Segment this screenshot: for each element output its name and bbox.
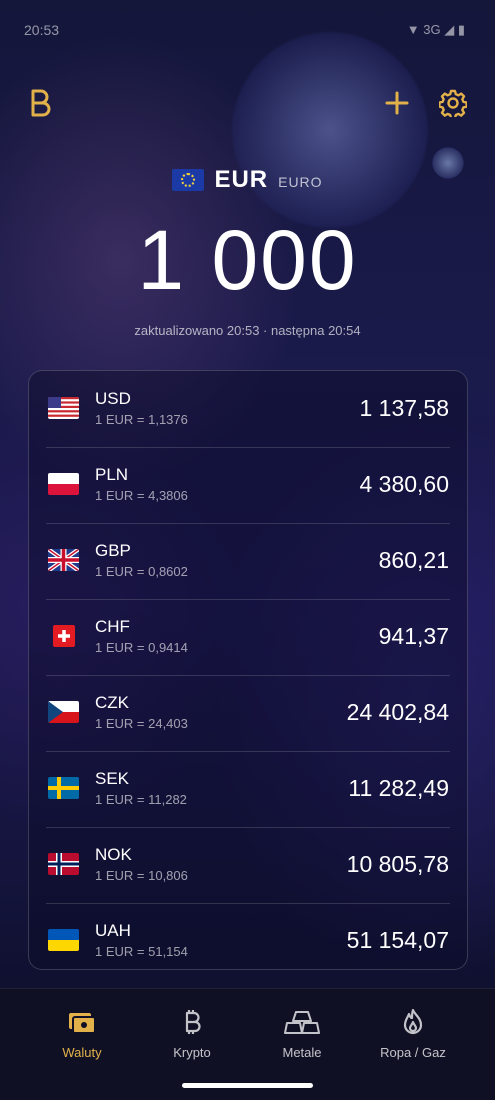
logo-b-icon[interactable]: [24, 86, 58, 120]
cz-flag-icon: [48, 701, 79, 723]
wifi-icon: ▼: [406, 22, 420, 37]
exchange-rate: 1 EUR = 24,403: [95, 716, 188, 731]
gb-flag-icon: [48, 549, 79, 571]
base-currency[interactable]: EUR EURO: [0, 166, 495, 194]
rate-row-nok[interactable]: NOK 1 EUR = 10,806 10 805,78: [29, 827, 467, 903]
exchange-rate: 1 EUR = 0,9414: [95, 640, 188, 655]
currency-code: UAH: [95, 921, 131, 940]
converted-value: 10 805,78: [346, 851, 449, 877]
status-bar: 20:53 ▼ 3G ◢ ▮: [0, 0, 495, 60]
converted-value: 1 137,58: [359, 395, 449, 421]
base-currency-name: EURO: [278, 174, 323, 190]
currency-code: NOK: [95, 845, 132, 864]
tab-label: Metale: [282, 1045, 322, 1060]
network-type: 3G: [423, 22, 441, 37]
home-indicator[interactable]: [182, 1083, 313, 1088]
exchange-rate: 1 EUR = 0,8602: [95, 564, 188, 579]
status-icons: ▼ 3G ◢ ▮: [407, 22, 465, 38]
tab-label: Krypto: [173, 1045, 211, 1060]
ua-flag-icon: [48, 929, 79, 951]
exchange-rate: 1 EUR = 4,3806: [95, 488, 188, 503]
signal-icon: ◢: [444, 22, 455, 37]
tab-ropa-gaz[interactable]: Ropa / Gaz: [358, 1007, 468, 1060]
rate-row-usd[interactable]: USD 1 EUR = 1,1376 1 137,58: [29, 371, 467, 447]
converted-value: 941,37: [378, 623, 449, 649]
converted-value: 24 402,84: [346, 699, 449, 725]
exchange-rate: 1 EUR = 11,282: [95, 792, 187, 807]
pl-flag-icon: [48, 473, 79, 495]
currency-code: GBP: [95, 541, 131, 560]
currency-code: CZK: [95, 693, 129, 712]
plus-icon[interactable]: [380, 86, 414, 120]
currency-code: SEK: [95, 769, 130, 788]
tab-krypto[interactable]: Krypto: [137, 1007, 247, 1060]
exchange-rate: 1 EUR = 51,154: [95, 944, 188, 959]
rate-row-uah[interactable]: UAH 1 EUR = 51,154 51 154,07: [29, 903, 467, 979]
base-currency-code: EUR: [214, 166, 269, 193]
gear-icon[interactable]: [436, 86, 470, 120]
rate-row-sek[interactable]: SEK 1 EUR = 11,282 11 282,49: [29, 751, 467, 827]
converted-value: 51 154,07: [346, 927, 449, 953]
update-status: zaktualizowano 20:53 · następna 20:54: [134, 323, 361, 338]
cash-icon: [27, 1007, 137, 1037]
exchange-rate: 1 EUR = 1,1376: [95, 412, 188, 427]
rate-row-pln[interactable]: PLN 1 EUR = 4,3806 4 380,60: [29, 447, 467, 523]
flame-icon: [358, 1007, 468, 1037]
battery-icon: ▮: [457, 22, 465, 37]
amount-value[interactable]: 1 000: [0, 212, 495, 308]
tab-waluty[interactable]: Waluty: [27, 1007, 137, 1060]
tab-label: Waluty: [62, 1045, 102, 1060]
currency-code: CHF: [95, 617, 130, 636]
tab-metale[interactable]: Metale: [247, 1007, 357, 1060]
currency-code: USD: [95, 389, 131, 408]
rate-row-gbp[interactable]: GBP 1 EUR = 0,8602 860,21: [29, 523, 467, 599]
gold-bars-icon: [247, 1007, 357, 1037]
rate-row-czk[interactable]: CZK 1 EUR = 24,403 24 402,84: [29, 675, 467, 751]
eu-flag-icon: [172, 169, 205, 191]
bitcoin-icon: [137, 1007, 247, 1037]
tab-label: Ropa / Gaz: [380, 1045, 446, 1060]
currency-code: PLN: [95, 465, 129, 484]
ch-flag-icon: [53, 625, 75, 647]
converted-value: 11 282,49: [348, 775, 449, 801]
exchange-rate: 1 EUR = 10,806: [95, 868, 188, 883]
rates-list: USD 1 EUR = 1,1376 1 137,58 PLN 1 EUR = …: [28, 370, 468, 970]
se-flag-icon: [48, 777, 79, 799]
converted-value: 4 380,60: [359, 471, 449, 497]
us-flag-icon: [48, 397, 79, 419]
no-flag-icon: [48, 853, 79, 875]
converted-value: 860,21: [378, 547, 449, 573]
status-time: 20:53: [24, 22, 60, 38]
rate-row-chf[interactable]: CHF 1 EUR = 0,9414 941,37: [29, 599, 467, 675]
